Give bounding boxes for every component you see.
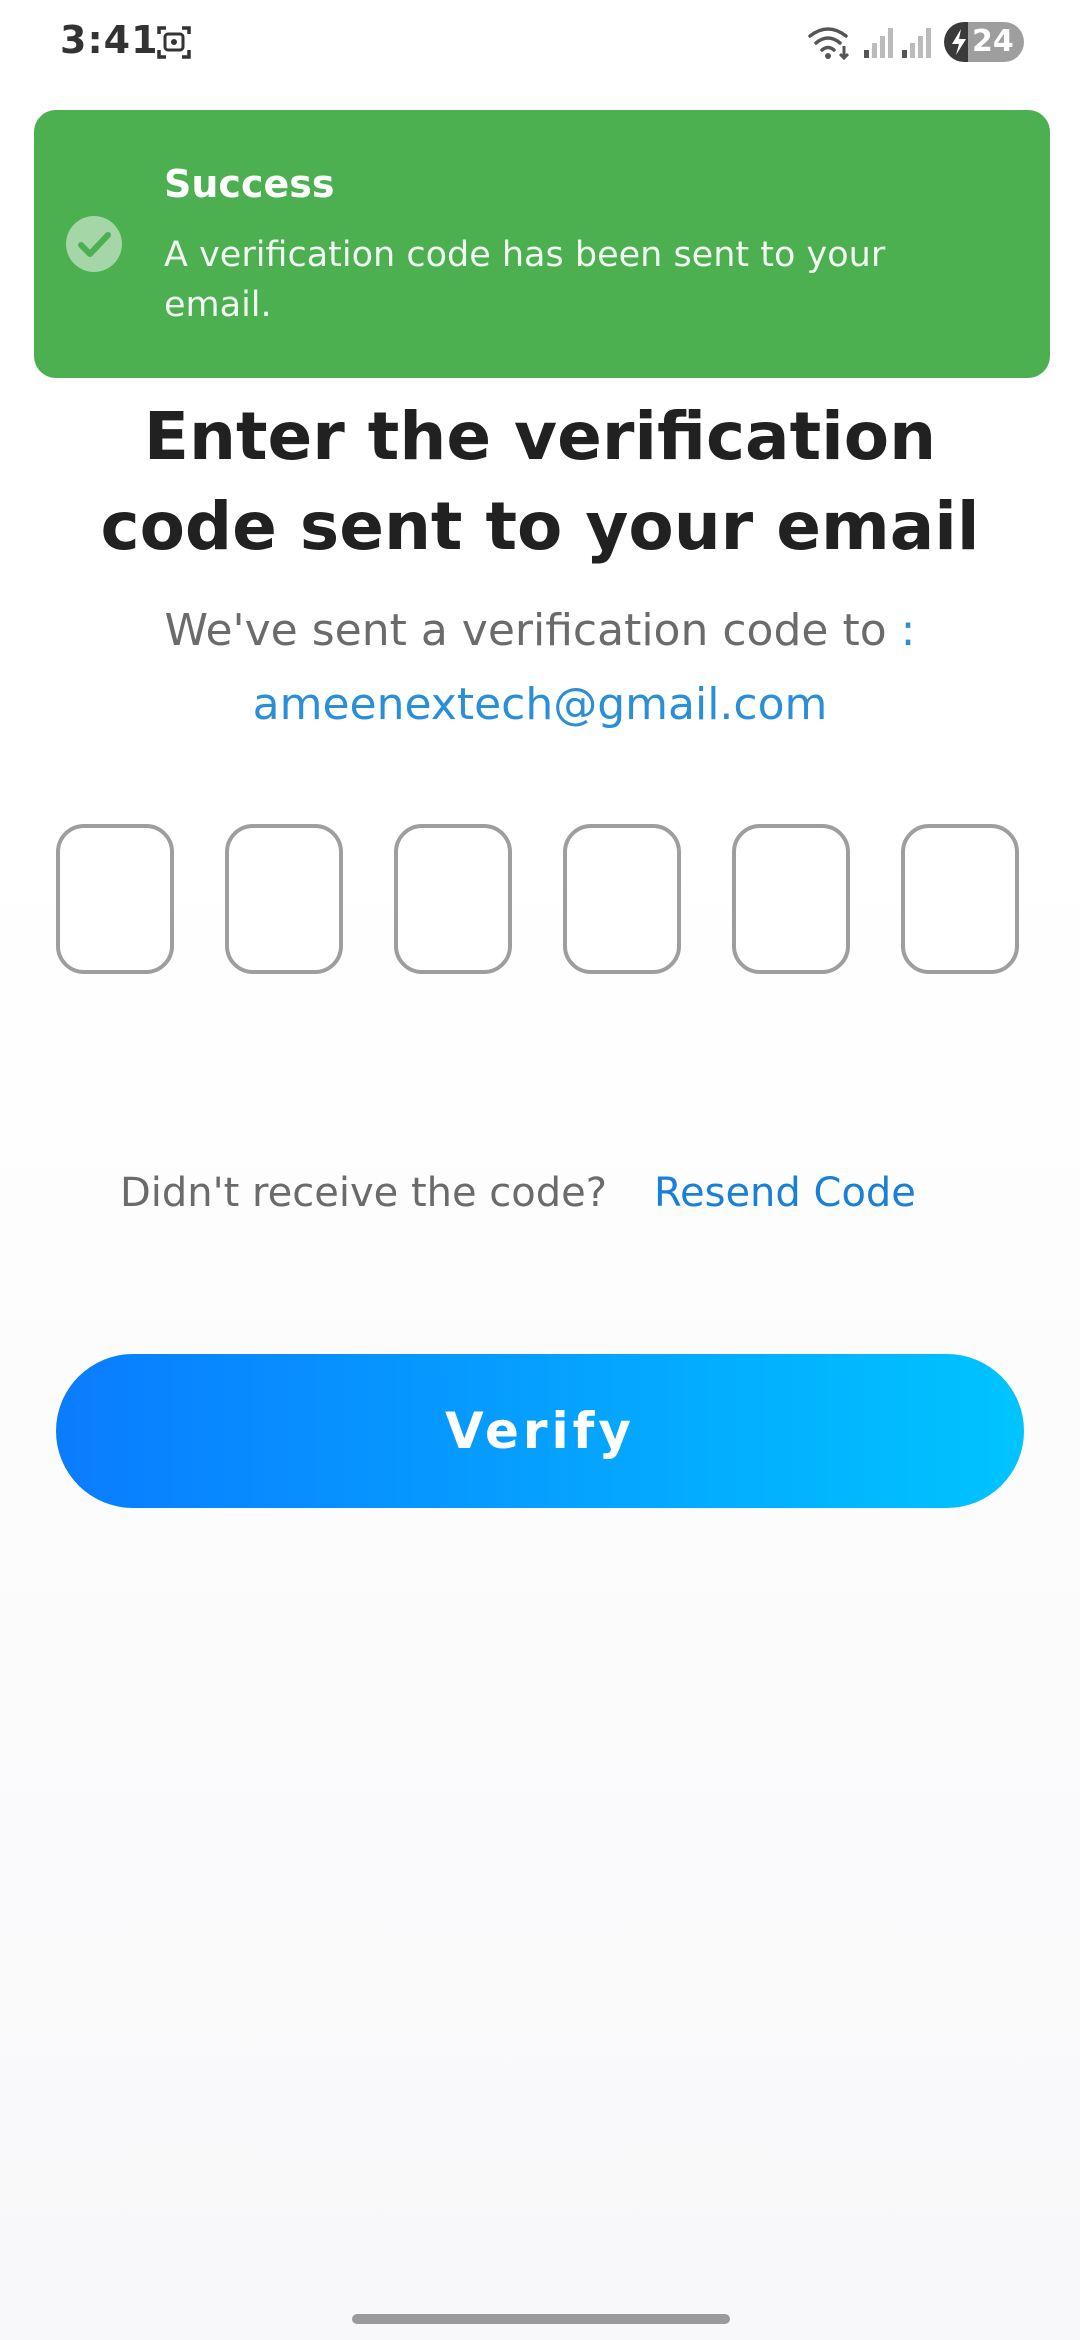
otp-digit-6[interactable] <box>901 824 1019 974</box>
home-indicator[interactable] <box>352 2314 730 2324</box>
toast-message: A verification code has been sent to you… <box>164 235 886 325</box>
otp-digit-2[interactable] <box>225 824 343 974</box>
otp-digit-1[interactable] <box>56 824 174 974</box>
verify-button[interactable]: Verify <box>56 1354 1024 1508</box>
subtext-prefix: We've sent a verification code to <box>164 605 887 656</box>
resend-code-link[interactable]: Resend Code <box>654 1170 916 1216</box>
screenshot-icon <box>157 26 191 59</box>
battery-level: 24 <box>972 24 1014 59</box>
signal-icon <box>902 28 931 58</box>
check-circle-icon <box>66 216 122 272</box>
status-bar: 3:41 24 <box>0 0 1080 84</box>
otp-digit-4[interactable] <box>563 824 681 974</box>
status-time: 3:41 <box>60 18 159 62</box>
subtext-colon: : <box>900 605 916 656</box>
toast-title: Success <box>164 162 335 206</box>
otp-input-row <box>56 824 1026 978</box>
success-toast[interactable]: Success A verification code has been sen… <box>34 110 1050 378</box>
wifi-icon <box>808 27 850 60</box>
resend-row: Didn't receive the code? Resend Code <box>0 1170 1080 1230</box>
charging-bolt-icon <box>952 29 966 55</box>
page-title: Enter the verification code sent to your… <box>100 398 980 565</box>
verification-subtext: We've sent a verification code to : amee… <box>60 594 1020 742</box>
resend-prompt: Didn't receive the code? <box>120 1170 607 1216</box>
battery-icon: 24 <box>944 22 1024 62</box>
email-address: ameenextech@gmail.com <box>252 679 828 730</box>
otp-digit-3[interactable] <box>394 824 512 974</box>
signal-icon <box>864 28 893 58</box>
otp-digit-5[interactable] <box>732 824 850 974</box>
